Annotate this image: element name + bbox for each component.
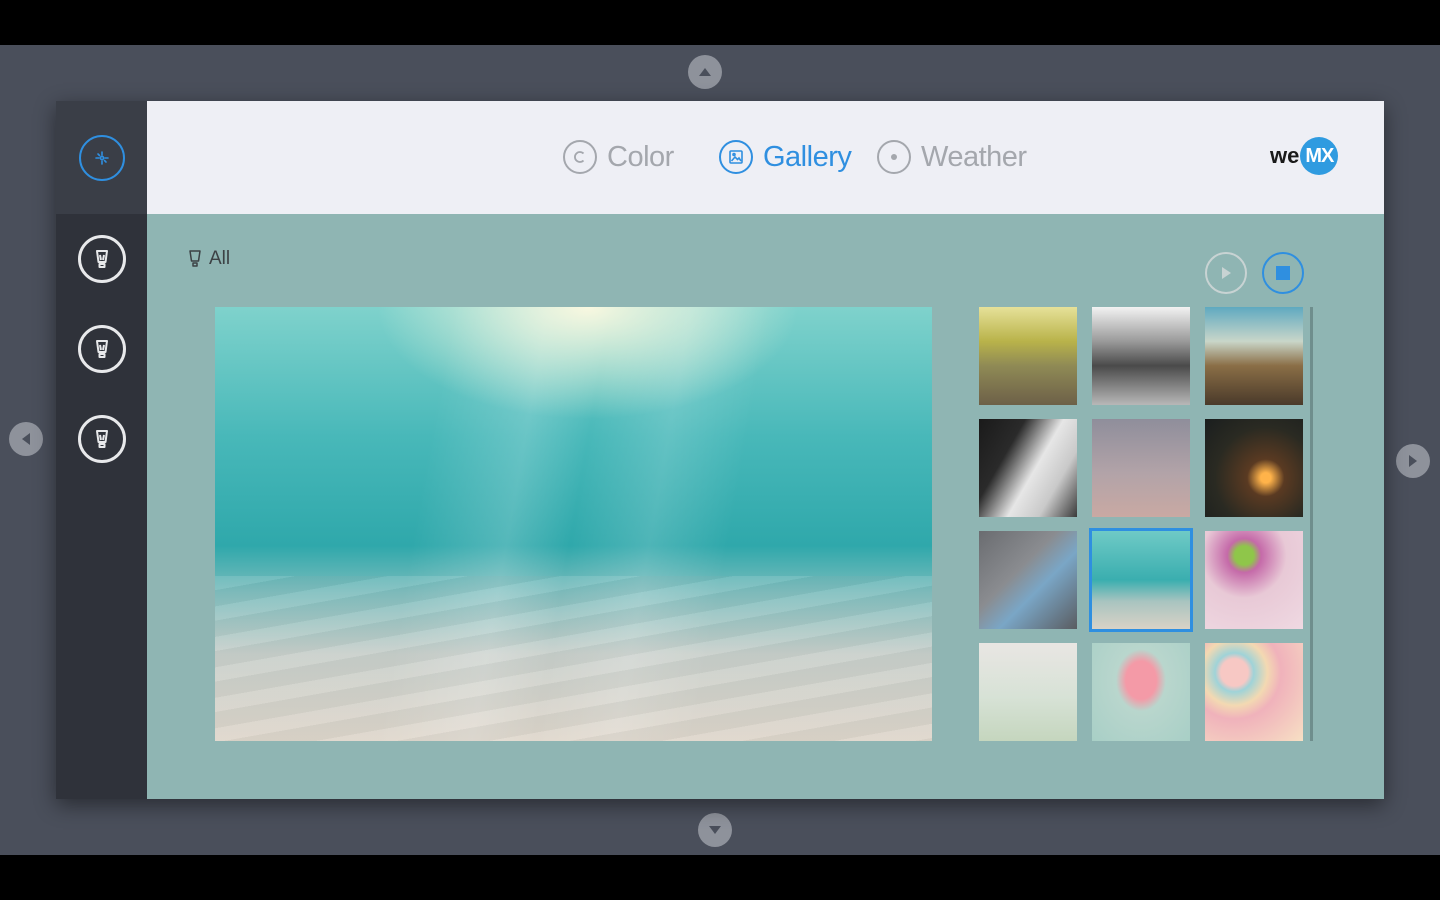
thumbnail-grid <box>979 307 1315 745</box>
scroll-down-button[interactable] <box>698 813 732 847</box>
slideshow-play-button[interactable] <box>1205 252 1247 294</box>
thumb-city-skyline[interactable] <box>1205 307 1303 405</box>
tab-label: Color <box>607 140 674 173</box>
thumb-purple-haze[interactable] <box>1092 419 1190 517</box>
thumb-ice-cream-cone[interactable] <box>1092 643 1190 741</box>
thumb-field-sunset[interactable] <box>979 307 1077 405</box>
selected-image-preview <box>215 307 932 741</box>
app-window: Color Gallery Weather we MX All <box>56 101 1384 799</box>
triangle-right-icon <box>1409 455 1417 467</box>
tab-gallery[interactable]: Gallery <box>719 137 852 177</box>
thumb-you-and-me[interactable] <box>979 531 1077 629</box>
copyright-icon <box>563 140 597 174</box>
wemx-logo: we MX <box>1270 137 1339 175</box>
stage: Color Gallery Weather we MX All <box>0 45 1440 855</box>
tab-label: Weather <box>921 140 1027 173</box>
bulb-icon <box>95 250 108 268</box>
scroll-left-button[interactable] <box>9 422 43 456</box>
bulb-icon <box>189 250 201 267</box>
sparkle-bulb-icon <box>94 150 109 165</box>
sidebar-item-bulb-1[interactable] <box>56 214 147 304</box>
thumb-flowers-gift[interactable] <box>1205 531 1303 629</box>
triangle-down-icon <box>709 826 721 834</box>
sidebar-ring <box>77 325 126 373</box>
bulb-icon <box>95 430 108 448</box>
triangle-left-icon <box>22 433 30 445</box>
sun-icon <box>877 140 911 174</box>
sidebar-ring <box>78 134 125 181</box>
gallery-content: All <box>147 214 1384 799</box>
light-filter[interactable]: All <box>187 248 230 270</box>
sidebar-item-bulb-3[interactable] <box>56 394 147 484</box>
stop-icon <box>1276 266 1290 280</box>
image-icon <box>719 140 753 174</box>
sidebar-item-bulb-2[interactable] <box>56 304 147 394</box>
tab-label: Gallery <box>763 140 852 173</box>
top-bar: Color Gallery Weather we MX <box>147 101 1384 214</box>
scroll-up-button[interactable] <box>688 55 722 89</box>
thumb-city-canal-bw[interactable] <box>1092 307 1190 405</box>
filter-label: All <box>209 248 231 269</box>
thumb-pastel-blur[interactable] <box>979 643 1077 741</box>
sidebar-ring <box>77 235 126 283</box>
thumb-sparkler-hand[interactable] <box>1205 419 1303 517</box>
bulb-icon <box>95 340 108 358</box>
thumb-macarons[interactable] <box>1205 643 1303 741</box>
thumb-handwritten-note[interactable] <box>979 419 1077 517</box>
slideshow-stop-button[interactable] <box>1262 252 1304 294</box>
thumb-underwater[interactable] <box>1089 528 1193 632</box>
sidebar-item-all-lights[interactable] <box>56 101 147 214</box>
play-icon <box>1222 267 1231 279</box>
triangle-up-icon <box>699 68 711 76</box>
tab-weather[interactable]: Weather <box>877 137 1027 177</box>
logo-prefix: we <box>1270 143 1300 168</box>
sidebar-ring <box>77 415 126 463</box>
tab-color[interactable]: Color <box>563 137 674 177</box>
logo-badge: MX <box>1300 137 1339 175</box>
sidebar <box>56 101 147 799</box>
thumbnail-scrollbar[interactable] <box>1310 307 1313 741</box>
scroll-right-button[interactable] <box>1396 444 1430 478</box>
